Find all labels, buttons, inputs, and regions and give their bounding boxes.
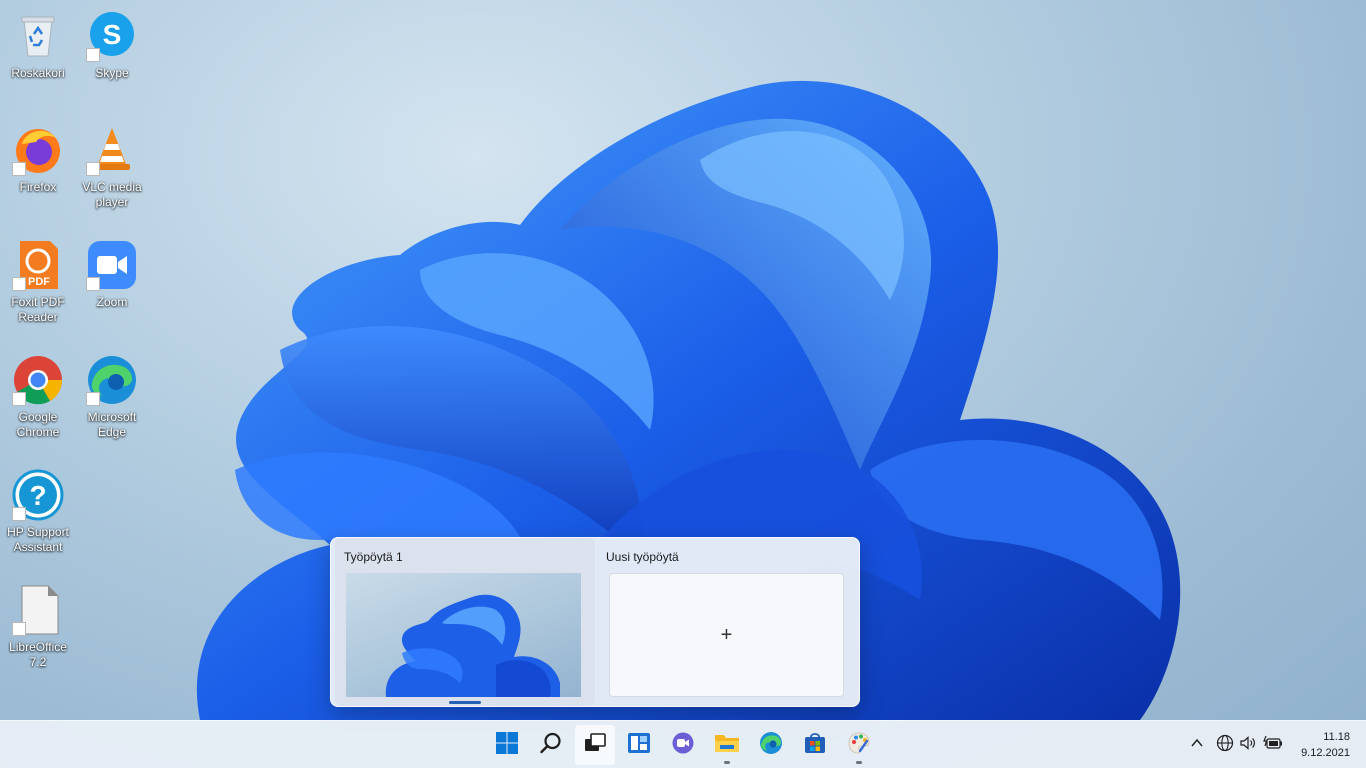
running-indicator xyxy=(856,761,862,764)
edge-icon xyxy=(86,354,138,406)
virtual-desktop-thumbnail xyxy=(346,573,581,697)
paint-icon xyxy=(847,731,871,760)
desktop-icon-label: VLC media player xyxy=(82,180,142,209)
libreoffice-icon xyxy=(12,584,64,636)
clock-time: 11.18 xyxy=(1323,731,1350,743)
edge-taskbar-button[interactable] xyxy=(751,725,791,765)
desktop-icon-recycle-bin[interactable]: Roskakori xyxy=(2,4,74,104)
clock-date: 9.12.2021 xyxy=(1301,747,1350,759)
desktop-icon-label: Google Chrome xyxy=(16,410,60,439)
desktop-icon-label: LibreOffice 7.2 xyxy=(9,640,67,669)
desktop-icon-skype[interactable]: S Skype xyxy=(76,4,148,104)
shortcut-arrow-icon xyxy=(12,507,26,521)
foxit-pdf-icon: PDF xyxy=(12,239,64,291)
search-icon xyxy=(539,731,563,760)
virtual-desktop-title: Työpöytä 1 xyxy=(344,550,403,564)
desktop-icon-chrome[interactable]: Google Chrome xyxy=(2,348,74,448)
chevron-up-icon xyxy=(1190,736,1204,755)
new-desktop-card[interactable]: Uusi työpöytä + xyxy=(597,538,857,706)
running-indicator xyxy=(724,761,730,764)
zoom-icon xyxy=(86,239,138,291)
desktop-icon-label: Roskakori xyxy=(11,66,65,80)
volume-icon xyxy=(1239,734,1257,757)
desktop-icon-label: Microsoft Edge xyxy=(87,410,137,439)
desktop-icon-foxit[interactable]: PDF Foxit PDF Reader xyxy=(2,233,74,333)
skype-icon: S xyxy=(86,10,138,62)
desktop-icon-firefox[interactable]: Firefox xyxy=(2,118,74,218)
shortcut-arrow-icon xyxy=(12,392,26,406)
svg-text:PDF: PDF xyxy=(28,276,50,288)
volume-button[interactable] xyxy=(1236,733,1260,757)
desktop-icon-label: Zoom xyxy=(96,295,128,309)
windows-start-icon xyxy=(495,731,519,760)
active-desktop-indicator xyxy=(449,701,481,704)
firefox-icon xyxy=(12,124,64,176)
shortcut-arrow-icon xyxy=(12,162,26,176)
taskbar: 11.18 9.12.2021 xyxy=(0,720,1366,768)
desktop-icon-zoom[interactable]: Zoom xyxy=(76,233,148,333)
clock[interactable]: 11.18 9.12.2021 xyxy=(1280,729,1350,761)
desktop-icon-label: Foxit PDF Reader xyxy=(11,295,65,324)
file-explorer-icon xyxy=(714,731,740,760)
desktop-icon-libreoffice[interactable]: LibreOffice 7.2 xyxy=(2,578,74,678)
chrome-icon xyxy=(12,354,64,406)
shortcut-arrow-icon xyxy=(86,392,100,406)
shortcut-arrow-icon xyxy=(86,277,100,291)
task-view-icon xyxy=(583,731,607,760)
widgets-button[interactable] xyxy=(619,725,659,765)
shortcut-arrow-icon xyxy=(12,277,26,291)
new-desktop-title: Uusi työpöytä xyxy=(606,550,679,564)
network-button[interactable] xyxy=(1213,733,1237,757)
teams-chat-icon xyxy=(671,731,695,760)
hp-support-icon: ? xyxy=(12,469,64,521)
desktop-icon-label: Skype xyxy=(95,66,129,80)
desktop-icon-label: HP Support Assistant xyxy=(7,525,69,554)
edge-icon xyxy=(759,731,783,760)
add-desktop-button[interactable]: + xyxy=(609,573,844,697)
paint-button[interactable] xyxy=(839,725,879,765)
desktop-icon-vlc[interactable]: VLC media player xyxy=(76,118,148,218)
svg-text:S: S xyxy=(103,19,122,50)
network-icon xyxy=(1216,734,1234,757)
shortcut-arrow-icon xyxy=(86,48,100,62)
store-icon xyxy=(803,731,827,760)
store-button[interactable] xyxy=(795,725,835,765)
search-button[interactable] xyxy=(531,725,571,765)
desktop-icon-label: Firefox xyxy=(19,180,57,194)
svg-text:?: ? xyxy=(29,480,46,511)
task-view-button[interactable] xyxy=(575,725,615,765)
shortcut-arrow-icon xyxy=(12,622,26,636)
show-hidden-icons-button[interactable] xyxy=(1185,733,1209,757)
desktop-icon-edge[interactable]: Microsoft Edge xyxy=(76,348,148,448)
widgets-icon xyxy=(627,731,651,760)
virtual-desktop-1[interactable]: Työpöytä 1 xyxy=(335,538,595,706)
virtual-desktops-flyout: Työpöytä 1 Uusi työpöytä + xyxy=(330,537,860,707)
recycle-bin-icon xyxy=(12,10,64,62)
file-explorer-button[interactable] xyxy=(707,725,747,765)
desktop-icon-hp-support[interactable]: ? HP Support Assistant xyxy=(2,463,74,563)
shortcut-arrow-icon xyxy=(86,162,100,176)
vlc-icon xyxy=(86,124,138,176)
plus-icon: + xyxy=(720,623,733,646)
chat-button[interactable] xyxy=(663,725,703,765)
start-button[interactable] xyxy=(487,725,527,765)
